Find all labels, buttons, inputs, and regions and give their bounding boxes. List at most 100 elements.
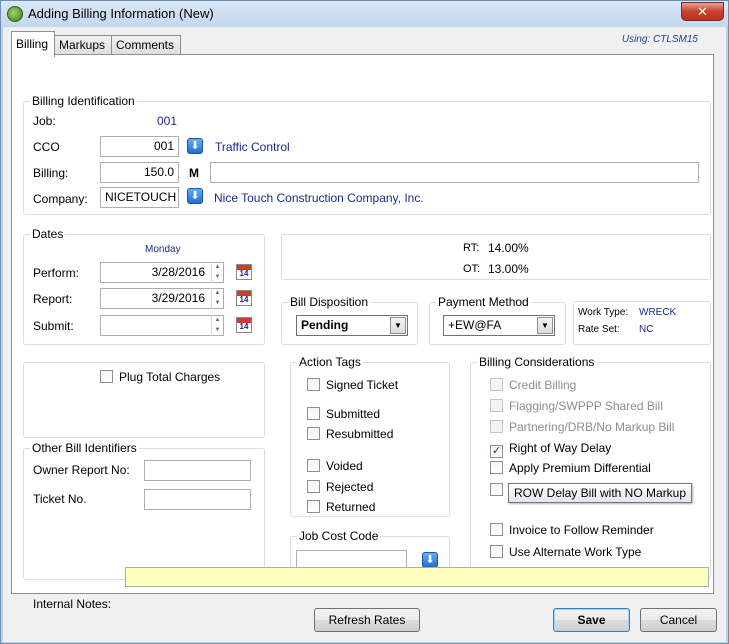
using-label: Using: CTLSM15 [621,34,698,45]
checkbox-box[interactable] [490,523,503,536]
checkbox-box[interactable] [100,370,113,383]
billing-considerations-legend: Billing Considerations [479,355,595,369]
bill-disposition-legend: Bill Disposition [290,295,369,309]
tab-markups[interactable]: Markups [54,35,112,56]
job-label: Job: [33,114,56,128]
title-bar: Adding Billing Information (New) ✕ [1,1,728,27]
checkbox-box[interactable] [307,407,320,420]
refresh-rates-button[interactable]: Refresh Rates [314,608,420,632]
app-icon [7,6,23,22]
bill-disposition-value: Pending [301,318,349,332]
dialog-window: Adding Billing Information (New) ✕ Billi… [0,0,729,644]
payment-method-select[interactable]: +EW@FA ▼ [443,315,555,336]
cco-label: CCO [33,140,60,154]
plug-total-charges-checkbox[interactable]: Plug Total Charges [100,370,220,386]
action-tag-resubmitted[interactable]: Resubmitted [307,427,393,443]
consideration-label: Flagging/SWPPP Shared Bill [509,399,663,413]
ot-value: 13.00% [488,262,529,276]
rate-set-value: NC [639,324,654,335]
chevron-down-icon[interactable]: ▼ [390,317,406,334]
check-icon[interactable]: ✓ [490,445,503,458]
action-tag-label: Signed Ticket [326,378,399,392]
submit-label: Submit: [33,319,74,333]
billing-label: Billing: [33,166,69,180]
report-date-input[interactable]: 3/29/2016 [100,288,224,309]
ticket-input[interactable] [144,489,251,510]
payment-method-value: +EW@FA [448,318,502,332]
action-tags-legend: Action Tags [299,355,361,369]
checkbox-box[interactable] [490,545,503,558]
bill-disposition-select[interactable]: Pending ▼ [296,315,408,336]
internal-notes-input[interactable] [125,567,709,587]
consideration-label: Invoice to Follow Reminder [509,523,654,537]
action-tag-returned[interactable]: Returned [307,500,375,516]
action-tag-signed-ticket[interactable]: Signed Ticket [307,378,398,394]
checkbox-box [490,420,503,433]
company-lookup-arrow-icon[interactable]: ⬇ [187,188,203,204]
action-tag-label: Returned [326,500,376,514]
checkbox-box[interactable] [490,483,503,496]
chevron-down-icon[interactable]: ▼ [537,317,553,334]
checkbox-box[interactable] [307,459,320,472]
consideration-label: Apply Premium Differential [509,461,651,475]
billing-unit: M [189,166,199,180]
billing-identification-legend: Billing Identification [32,94,135,108]
cco-lookup-arrow-icon[interactable]: ⬇ [187,138,203,154]
consideration-label: Partnering/DRB/No Markup Bill [509,420,675,434]
perform-weekday: Monday [145,244,181,255]
submit-calendar-icon[interactable]: 14 [236,317,252,333]
checkbox-box[interactable] [307,378,320,391]
rt-label: RT: [463,242,480,254]
job-cost-code-lookup-arrow-icon[interactable]: ⬇ [422,552,438,568]
consideration-alternate-work-type[interactable]: Use Alternate Work Type [490,545,641,561]
consideration-row-delay-no-markup[interactable] [490,483,509,499]
billing-quantity-input[interactable]: 150.0 [100,162,179,183]
checkbox-box[interactable] [307,480,320,493]
consideration-right-of-way-delay[interactable]: ✓ Right of Way Delay [490,441,611,458]
action-tag-voided[interactable]: Voided [307,459,363,475]
consideration-credit-billing: Credit Billing [490,378,576,394]
dates-legend: Dates [32,227,64,241]
consideration-flagging-swppp: Flagging/SWPPP Shared Bill [490,399,663,415]
action-tag-label: Rejected [326,480,374,494]
other-bill-identifiers-legend: Other Bill Identifiers [32,441,137,455]
consideration-label: Use Alternate Work Type [509,545,642,559]
perform-calendar-icon[interactable]: 14 [236,264,252,280]
consideration-premium-differential[interactable]: Apply Premium Differential [490,461,651,477]
cancel-button[interactable]: Cancel [640,608,717,632]
submit-date-input[interactable] [100,315,224,336]
billing-description-input[interactable] [210,162,699,183]
plug-total-charges-label: Plug Total Charges [119,370,221,384]
owner-report-input[interactable] [144,460,251,481]
report-label: Report: [33,292,73,306]
action-tag-label: Voided [326,459,363,473]
action-tag-label: Submitted [326,407,381,421]
report-date-spinner[interactable]: ▲ ▼ [211,288,223,309]
submit-date-spinner[interactable]: ▲ ▼ [211,315,223,336]
work-type-value: WRECK [639,307,677,318]
consideration-invoice-reminder[interactable]: Invoice to Follow Reminder [490,523,654,539]
checkbox-box[interactable] [490,461,503,474]
window-title: Adding Billing Information (New) [28,6,214,21]
perform-date-input[interactable]: 3/28/2016 [100,262,224,283]
checkbox-box[interactable] [307,500,320,513]
save-button[interactable]: Save [553,608,630,632]
company-description: Nice Touch Construction Company, Inc. [214,191,424,205]
ticket-label: Ticket No. [33,492,87,506]
payment-method-legend: Payment Method [438,295,529,309]
action-tag-rejected[interactable]: Rejected [307,480,373,496]
report-calendar-icon[interactable]: 14 [236,290,252,306]
tab-comments[interactable]: Comments [111,35,181,56]
cco-input[interactable]: 001 [100,136,179,157]
action-tag-submitted[interactable]: Submitted [307,407,380,423]
perform-date-spinner[interactable]: ▲ ▼ [211,262,223,283]
close-button[interactable]: ✕ [681,2,724,21]
company-input[interactable]: NICETOUCH [100,187,179,208]
tab-billing[interactable]: Billing [11,31,55,57]
checkbox-box[interactable] [307,427,320,440]
perform-label: Perform: [33,266,80,280]
job-cost-code-legend: Job Cost Code [299,529,379,543]
rate-set-label: Rate Set: [578,324,620,335]
owner-report-label: Owner Report No: [33,463,130,477]
consideration-label: Credit Billing [509,378,577,392]
